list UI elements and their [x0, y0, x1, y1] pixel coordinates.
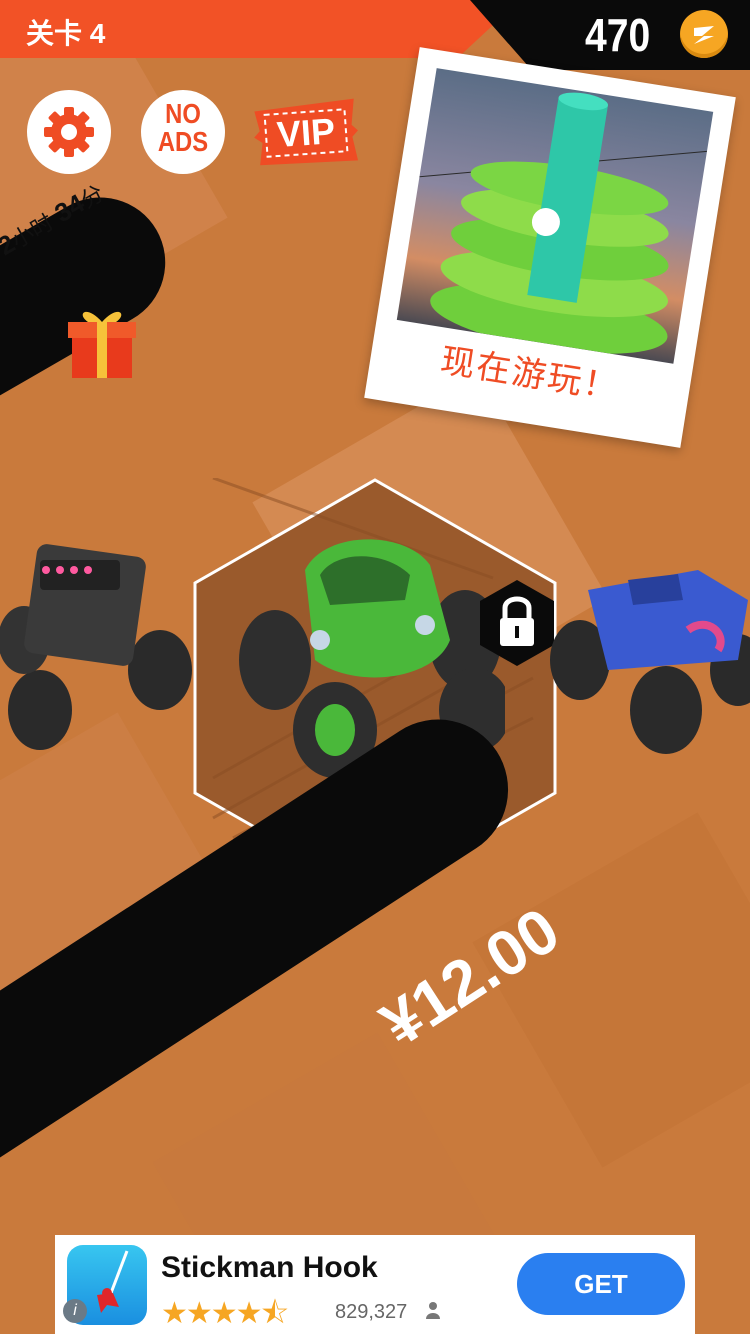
- no-ads-label-line1: NO: [165, 98, 201, 129]
- person-icon: [425, 1301, 441, 1324]
- no-ads-button[interactable]: NO ADS: [141, 90, 225, 174]
- padlock-icon: [480, 580, 554, 666]
- no-ads-label-line2: ADS: [157, 126, 209, 157]
- ad-rating-count: 829,327: [335, 1301, 408, 1323]
- promo-game-image: [396, 68, 714, 364]
- gear-icon: [44, 107, 94, 157]
- coin-count: 470: [585, 9, 651, 61]
- gift-box-icon[interactable]: [66, 300, 138, 380]
- ad-info-icon[interactable]: i: [63, 1299, 87, 1323]
- promo-card[interactable]: 现在游玩！: [364, 47, 736, 448]
- level-label: 关卡 4: [26, 18, 106, 49]
- ad-app-title: Stickman Hook: [161, 1251, 378, 1284]
- get-button[interactable]: GET: [517, 1253, 685, 1315]
- lock-badge: [478, 578, 556, 668]
- ad-rating-stars-icon: ★★★★⯪: [161, 1297, 289, 1330]
- vip-label: VIP: [275, 110, 337, 155]
- ad-banner[interactable]: i Stickman Hook ★★★★⯪ 829,327 GET: [55, 1235, 695, 1334]
- vip-button[interactable]: VIP: [252, 98, 360, 168]
- car-right[interactable]: [548, 560, 750, 760]
- lightning-coin-icon: [680, 10, 728, 58]
- top-bar: 关卡 4 470: [0, 0, 750, 70]
- settings-button[interactable]: [27, 90, 111, 174]
- car-left[interactable]: [0, 520, 200, 750]
